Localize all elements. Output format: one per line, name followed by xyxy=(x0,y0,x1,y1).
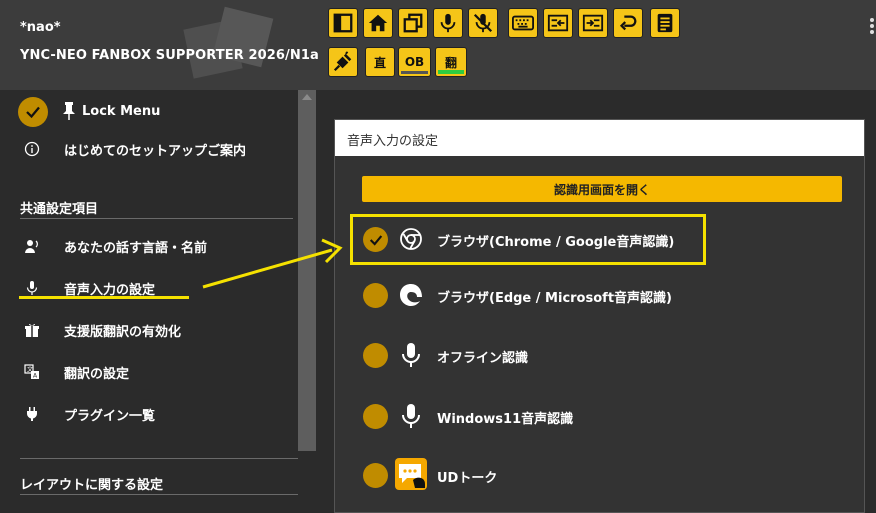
keyboard-button[interactable] xyxy=(508,8,538,38)
plan-name: YNC-NEO FANBOX SUPPORTER 2026/N1a xyxy=(20,48,319,63)
option-unselected-circle[interactable] xyxy=(363,283,388,308)
app-header: *nao* YNC-NEO FANBOX SUPPORTER 2026/N1a … xyxy=(0,0,876,90)
keyboard-icon xyxy=(512,15,534,31)
udtalk-chat-icon xyxy=(395,458,427,490)
input-right-icon xyxy=(582,14,604,32)
plugin-toggle-button[interactable] xyxy=(328,47,358,77)
active-item-underline xyxy=(19,296,189,299)
app-logo-watermark xyxy=(183,6,274,79)
microphone-icon xyxy=(26,281,38,295)
plug-off-icon xyxy=(333,51,352,72)
option-label: Windows11音声認識 xyxy=(437,412,574,427)
voice-input-settings-panel: 音声入力の設定 認識用画面を開く ブラウザ(Chrome / Google音声認… xyxy=(334,119,865,513)
microphone-icon xyxy=(397,341,425,369)
scroll-up-arrow-icon[interactable] xyxy=(302,94,312,100)
info-icon xyxy=(24,141,40,157)
translate-mode-label: 翻 xyxy=(444,55,457,70)
user-name: *nao* xyxy=(20,20,61,35)
microphone-button[interactable] xyxy=(433,8,463,38)
option-label: オフライン認識 xyxy=(437,351,529,366)
option-label: UDトーク xyxy=(437,471,498,486)
sidebar-scrollbar[interactable] xyxy=(298,90,316,451)
microphone-icon xyxy=(440,13,456,33)
translate-mode-button[interactable]: 翻 xyxy=(435,47,467,77)
panel-header: 音声入力の設定 xyxy=(335,120,864,156)
home-button[interactable] xyxy=(363,8,393,38)
sidebar: Lock Menu はじめてのセットアップご案内 共通設定項目 あなたの話す言語… xyxy=(0,90,316,513)
option-edge-microsoft[interactable]: ブラウザ(Edge / Microsoft音声認識) xyxy=(347,270,837,320)
sidebar-item-plugin-list[interactable]: プラグイン一覧 xyxy=(64,405,155,424)
translate-status-bar xyxy=(438,70,464,74)
undo-button[interactable] xyxy=(613,8,643,38)
ob-mode-label: OB xyxy=(404,55,425,69)
lock-menu-label[interactable]: Lock Menu xyxy=(82,104,160,119)
check-icon xyxy=(26,106,40,119)
window-restore-icon xyxy=(403,13,423,33)
microphone-off-icon xyxy=(473,13,493,33)
option-unselected-circle[interactable] xyxy=(363,463,388,488)
document-button[interactable] xyxy=(650,8,680,38)
ob-status-bar xyxy=(401,71,428,74)
section-divider xyxy=(20,458,298,459)
microphone-off-button[interactable] xyxy=(468,8,498,38)
panel-title: 音声入力の設定 xyxy=(347,134,439,149)
option-udtalk[interactable]: UDトーク xyxy=(347,450,837,500)
section-divider xyxy=(20,218,293,219)
option-windows11[interactable]: Windows11音声認識 xyxy=(347,391,837,441)
sidebar-toggle-icon xyxy=(333,13,353,33)
window-restore-button[interactable] xyxy=(398,8,428,38)
option-label: ブラウザ(Edge / Microsoft音声認識) xyxy=(437,291,672,306)
speaking-person-icon xyxy=(25,240,38,253)
section-divider xyxy=(20,494,298,495)
input-left-icon xyxy=(547,14,569,32)
plug-icon xyxy=(27,407,37,421)
open-recognition-screen-button[interactable]: 認識用画面を開く xyxy=(362,176,842,202)
sidebar-toggle-button[interactable] xyxy=(328,8,358,38)
edge-icon xyxy=(397,281,425,309)
document-icon xyxy=(657,13,673,33)
option-unselected-circle[interactable] xyxy=(363,404,388,429)
lock-menu-check[interactable] xyxy=(18,97,48,127)
pin-icon xyxy=(63,102,75,120)
sidebar-item-translation-settings[interactable]: 翻訳の設定 xyxy=(64,363,129,382)
layout-settings-heading: レイアウトに関する設定 xyxy=(20,478,164,493)
option-unselected-circle[interactable] xyxy=(363,343,388,368)
direct-mode-button[interactable]: 直 xyxy=(365,47,395,77)
input-right-button[interactable] xyxy=(578,8,608,38)
gift-icon xyxy=(25,323,39,337)
sidebar-item-support-translation[interactable]: 支援版翻訳の有効化 xyxy=(64,321,181,340)
more-menu-icon[interactable] xyxy=(870,18,876,36)
direct-mode-label: 直 xyxy=(373,55,386,70)
microphone-icon xyxy=(397,402,425,430)
option-offline[interactable]: オフライン認識 xyxy=(347,330,837,380)
undo-icon xyxy=(619,15,637,31)
annotation-highlight-box xyxy=(350,214,706,265)
input-left-button[interactable] xyxy=(543,8,573,38)
home-icon xyxy=(368,14,388,32)
translate-icon: 文A xyxy=(24,364,39,380)
sidebar-item-language-name[interactable]: あなたの話す言語・名前 xyxy=(64,237,207,256)
setup-guide-link[interactable]: はじめてのセットアップご案内 xyxy=(64,140,246,159)
sidebar-scrollbar-track[interactable] xyxy=(298,451,316,513)
ob-mode-button[interactable]: OB xyxy=(398,47,431,77)
common-settings-heading: 共通設定項目 xyxy=(20,202,99,217)
